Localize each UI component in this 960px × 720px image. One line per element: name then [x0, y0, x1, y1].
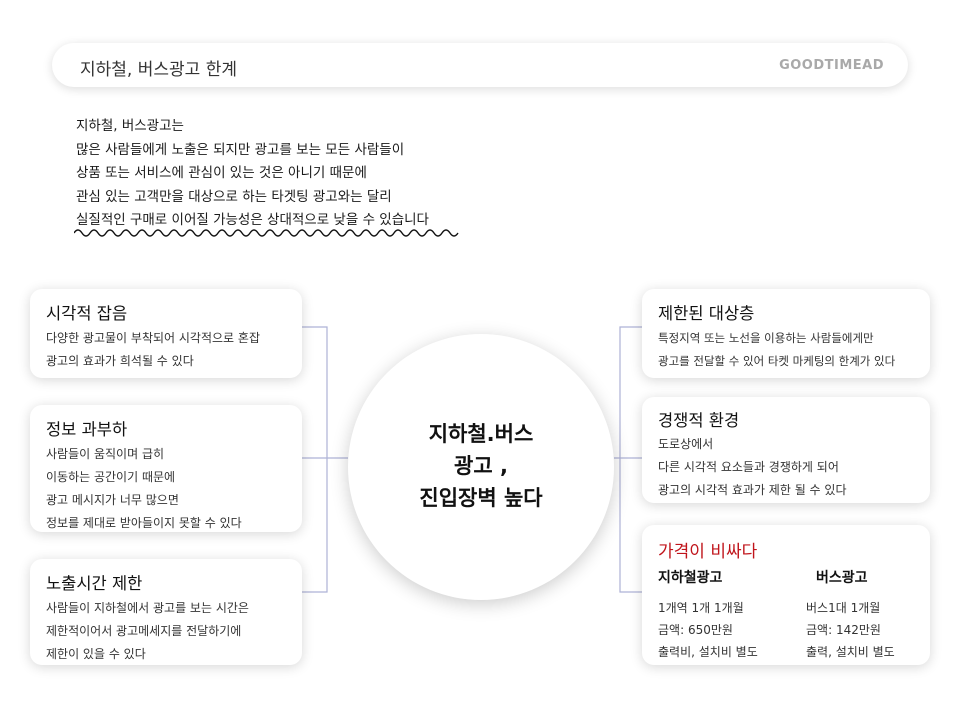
card-price: 가격이 비싸다 지하철광고 1개역 1개 1개월 금액: 650만원 출력비, …	[642, 525, 930, 665]
card-competitive-environment: 경쟁적 환경 도로상에서 다른 시각적 요소들과 경쟁하게 되어 광고의 시각적…	[642, 397, 930, 503]
card-exposure-limit: 노출시간 제한 사람들이 지하철에서 광고를 보는 시간은 제한적이어서 광고메…	[30, 559, 302, 665]
card-line: 광고를 전달할 수 있어 타켓 마케팅의 한계가 있다	[658, 354, 896, 368]
card-info-overload: 정보 과부하 사람들이 움직이며 급히 이동하는 공간이기 때문에 광고 메시지…	[30, 405, 302, 532]
card-limited-audience: 제한된 대상층 특정지역 또는 노선을 이용하는 사람들에게만 광고를 전달할 …	[642, 289, 930, 378]
card-line: 정보를 제대로 받아들이지 못할 수 있다	[46, 516, 242, 530]
bus-line: 버스1대 1개월	[806, 601, 881, 615]
bus-details: 버스1대 1개월 금액: 142만원 출력, 설치비 별도	[806, 597, 895, 663]
card-line: 사람들이 움직이며 급히	[46, 447, 165, 461]
card-line: 이동하는 공간이기 때문에	[46, 470, 176, 484]
card-title: 경쟁적 환경	[658, 411, 740, 430]
subway-line: 금액: 650만원	[658, 623, 733, 637]
center-title: 지하철.버스 광고 , 진입장벽 높다	[348, 418, 614, 514]
card-line: 제한적이어서 광고메세지를 전달하기에	[46, 624, 242, 638]
center-line: 진입장벽 높다	[419, 486, 543, 510]
bus-price-column: 버스광고 버스1대 1개월 금액: 142만원 출력, 설치비 별도	[806, 567, 895, 663]
card-line: 다른 시각적 요소들과 경쟁하게 되어	[658, 460, 839, 474]
center-circle: 지하철.버스 광고 , 진입장벽 높다	[348, 334, 614, 600]
card-line: 광고 메시지가 너무 많으면	[46, 493, 179, 507]
card-body: 특정지역 또는 노선을 이용하는 사람들에게만 광고를 전달할 수 있어 타켓 …	[658, 327, 895, 373]
card-visual-noise: 시각적 잡음 다양한 광고물이 부착되어 시각적으로 혼잡 광고의 효과가 희석…	[30, 289, 302, 378]
card-line: 광고의 효과가 희석될 수 있다	[46, 354, 194, 368]
center-line: 지하철.버스	[428, 422, 534, 446]
subway-line: 출력비, 설치비 별도	[658, 645, 758, 659]
card-body: 사람들이 움직이며 급히 이동하는 공간이기 때문에 광고 메시지가 너무 많으…	[46, 443, 242, 535]
card-title: 시각적 잡음	[46, 304, 128, 323]
card-line: 도로상에서	[658, 437, 714, 451]
card-title: 노출시간 제한	[46, 574, 143, 593]
card-line: 다양한 광고물이 부착되어 시각적으로 혼잡	[46, 331, 260, 345]
right-bracket-line	[619, 326, 642, 593]
card-title: 제한된 대상층	[658, 304, 755, 323]
card-line: 광고의 시각적 효과가 제한 될 수 있다	[658, 483, 847, 497]
bus-line: 금액: 142만원	[806, 623, 881, 637]
card-line: 제한이 있을 수 있다	[46, 647, 146, 661]
bus-title: 버스광고	[816, 570, 868, 586]
subway-details: 1개역 1개 1개월 금액: 650만원 출력비, 설치비 별도	[658, 597, 758, 663]
subway-price-column: 지하철광고 1개역 1개 1개월 금액: 650만원 출력비, 설치비 별도	[658, 567, 758, 663]
center-line: 광고 ,	[454, 454, 508, 478]
card-line: 특정지역 또는 노선을 이용하는 사람들에게만	[658, 331, 874, 345]
bus-line: 출력, 설치비 별도	[806, 645, 895, 659]
subway-title: 지하철광고	[658, 570, 723, 586]
price-title: 가격이 비싸다	[658, 542, 758, 562]
card-body: 도로상에서 다른 시각적 요소들과 경쟁하게 되어 광고의 시각적 효과가 제한…	[658, 433, 847, 502]
card-body: 사람들이 지하철에서 광고를 보는 시간은 제한적이어서 광고메세지를 전달하기…	[46, 597, 249, 666]
subway-line: 1개역 1개 1개월	[658, 601, 744, 615]
card-line: 사람들이 지하철에서 광고를 보는 시간은	[46, 601, 249, 615]
card-title: 정보 과부하	[46, 420, 128, 439]
card-body: 다양한 광고물이 부착되어 시각적으로 혼잡 광고의 효과가 희석될 수 있다	[46, 327, 260, 373]
left-bracket-line	[302, 326, 328, 593]
